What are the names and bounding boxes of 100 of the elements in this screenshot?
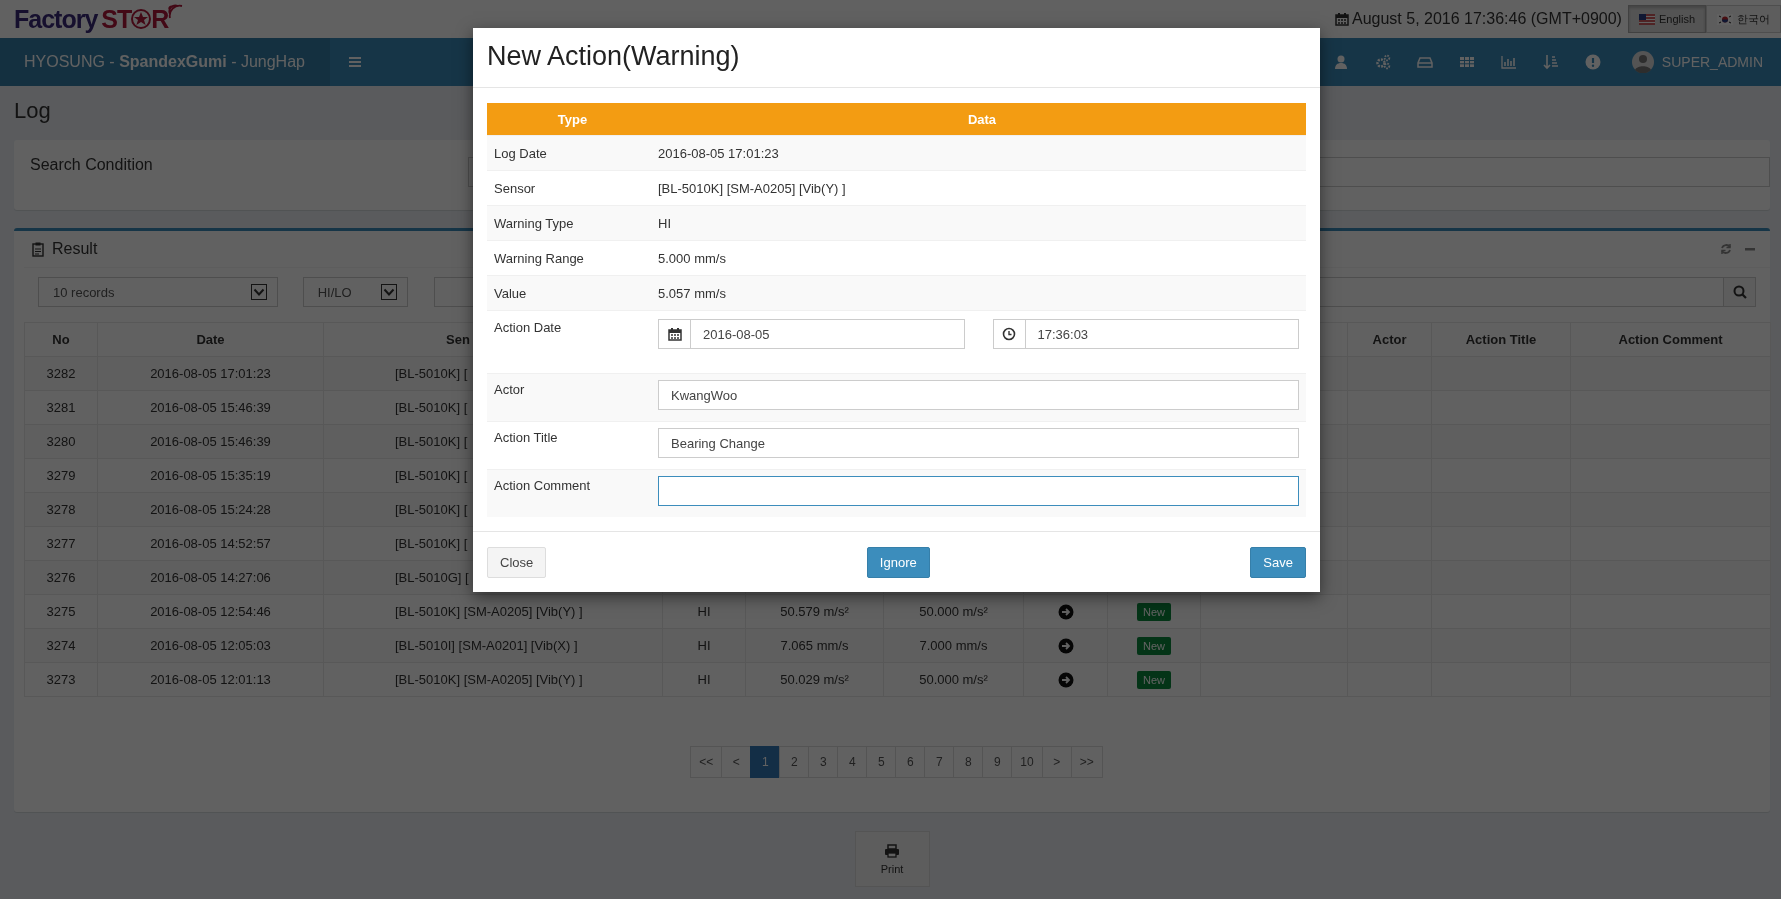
status-badge[interactable]: New	[1137, 636, 1171, 655]
table-cell: 3274	[46, 638, 76, 653]
status-badge[interactable]: New	[1137, 602, 1171, 621]
table-cell: [BL-5010K] [	[395, 434, 468, 449]
flag-icon	[1638, 13, 1655, 25]
field-value: 2016-08-05 17:01:23	[658, 145, 779, 161]
inbox-icon[interactable]	[1416, 54, 1433, 70]
language-button[interactable]: English	[1627, 5, 1706, 33]
calendar-icon	[1334, 12, 1349, 26]
table-cell: [BL-5010K] [	[395, 366, 468, 381]
status-badge[interactable]: New	[1137, 670, 1171, 689]
page-link[interactable]: <<	[690, 746, 723, 778]
table-cell: 50.029 m/s²	[780, 672, 849, 687]
table-cell: [BL-5010I] [SM-A0201] [Vib(X) ]	[395, 638, 578, 653]
field-label: Warning Range	[493, 250, 585, 266]
bar-chart-icon[interactable]	[1500, 54, 1517, 70]
panel-title: Result	[52, 240, 98, 258]
print-button[interactable]: Print	[854, 831, 930, 887]
page-link[interactable]: 6	[895, 746, 926, 778]
table-cell: 3277	[46, 536, 76, 551]
table-cell: HI	[697, 638, 711, 653]
sort-icon[interactable]	[1542, 54, 1559, 70]
field-label: Warning Type	[493, 215, 575, 231]
grid-icon[interactable]	[1458, 54, 1475, 70]
field-value: HI	[658, 215, 671, 231]
table-cell: 7.000 mm/s	[919, 638, 988, 653]
date-time: August 5, 2016 17:36:46 (GMT+0900)	[1351, 10, 1622, 28]
table-cell: HI	[697, 672, 711, 687]
page-link[interactable]: 4	[837, 746, 868, 778]
input-field[interactable]	[658, 476, 1299, 506]
field-label: Sensor	[493, 180, 537, 196]
table-cell: 50.000 m/s²	[919, 672, 988, 687]
page-link[interactable]: 2	[779, 746, 810, 778]
table-cell: 2016-08-05 14:52:57	[150, 536, 271, 551]
table-cell: [BL-5010K] [	[395, 536, 468, 551]
column-header: Date	[196, 332, 225, 347]
table-cell: 2016-08-05 12:01:13	[150, 672, 271, 687]
refresh-icon[interactable]	[1720, 243, 1732, 255]
table-cell: 3276	[46, 570, 76, 585]
table-cell: [BL-5010K] [	[395, 502, 468, 517]
person-icon[interactable]	[1332, 54, 1349, 70]
field-label: Value	[493, 285, 528, 301]
table-cell: 3281	[46, 400, 76, 415]
table-cell: 2016-08-05 15:46:39	[150, 434, 271, 449]
field-label: Action Date	[493, 319, 563, 335]
table-cell: HI	[697, 604, 711, 619]
modal-title: New Action(Warning)	[473, 28, 1320, 88]
table-cell: 2016-08-05 12:05:03	[150, 638, 271, 653]
field-value: 5.000 mm/s	[658, 250, 726, 266]
input-field[interactable]: 17:36:03	[1025, 319, 1299, 349]
language-button[interactable]: 한국어	[1706, 5, 1781, 33]
page-link[interactable]: 5	[866, 746, 897, 778]
page-link[interactable]: >	[1041, 746, 1072, 778]
table-cell: 7.065 mm/s	[780, 638, 849, 653]
table-cell: 3280	[46, 434, 76, 449]
avatar-icon	[1631, 51, 1654, 73]
action-button[interactable]: Close	[487, 547, 547, 578]
action-button[interactable]: Save	[1250, 547, 1306, 578]
page-link[interactable]: >>	[1070, 746, 1103, 778]
table-cell: [BL-5010K] [	[395, 400, 468, 415]
table-cell: 50.579 m/s²	[780, 604, 849, 619]
page-link[interactable]: 7	[924, 746, 955, 778]
clipboard-icon	[32, 241, 44, 257]
page-link[interactable]: 9	[982, 746, 1013, 778]
column-header: No	[52, 332, 70, 347]
dropdown[interactable]: HI/LO	[302, 277, 408, 307]
user-name[interactable]: SUPER_ADMIN	[1661, 54, 1763, 70]
arrow-circle-icon[interactable]	[1057, 671, 1074, 688]
table-cell: 2016-08-05 15:35:19	[150, 468, 271, 483]
column-header: Actor	[1372, 332, 1407, 347]
input-field[interactable]: KwangWoo	[658, 380, 1299, 410]
page-link[interactable]: <	[721, 746, 752, 778]
table-cell: 3275	[46, 604, 76, 619]
column-header: Sen	[446, 332, 470, 347]
printer-icon	[884, 843, 900, 858]
field-label: Action Title	[493, 429, 559, 445]
search-button[interactable]	[1724, 277, 1756, 307]
column-header: Action Comment	[1618, 332, 1723, 347]
page-link[interactable]: 8	[953, 746, 984, 778]
info-icon[interactable]	[1584, 54, 1601, 70]
page-link[interactable]: 1	[750, 746, 781, 778]
flag-icon	[1717, 13, 1733, 25]
table-cell: 3278	[46, 502, 76, 517]
arrow-circle-icon[interactable]	[1057, 603, 1074, 620]
action-button[interactable]: Ignore	[866, 547, 930, 578]
table-cell: [BL-5010G] [	[395, 570, 469, 585]
table-cell: 2016-08-05 14:27:06	[150, 570, 271, 585]
table-cell: 2016-08-05 12:54:46	[150, 604, 271, 619]
page-link[interactable]: 3	[808, 746, 839, 778]
table-cell: 50.000 m/s²	[919, 604, 988, 619]
field-label: Action Comment	[493, 477, 592, 493]
calendar-icon	[667, 327, 682, 341]
panel-title: Search Condition	[30, 156, 153, 174]
clock-icon	[1002, 327, 1016, 341]
input-field[interactable]: 2016-08-05	[691, 319, 965, 349]
arrow-circle-icon[interactable]	[1057, 637, 1074, 654]
input-field[interactable]: Bearing Change	[658, 428, 1299, 458]
field-value: [BL-5010K] [SM-A0205] [Vib(Y) ]	[658, 180, 846, 196]
page-link[interactable]: 10	[1011, 746, 1043, 778]
dropdown[interactable]: 10 records	[38, 277, 278, 307]
